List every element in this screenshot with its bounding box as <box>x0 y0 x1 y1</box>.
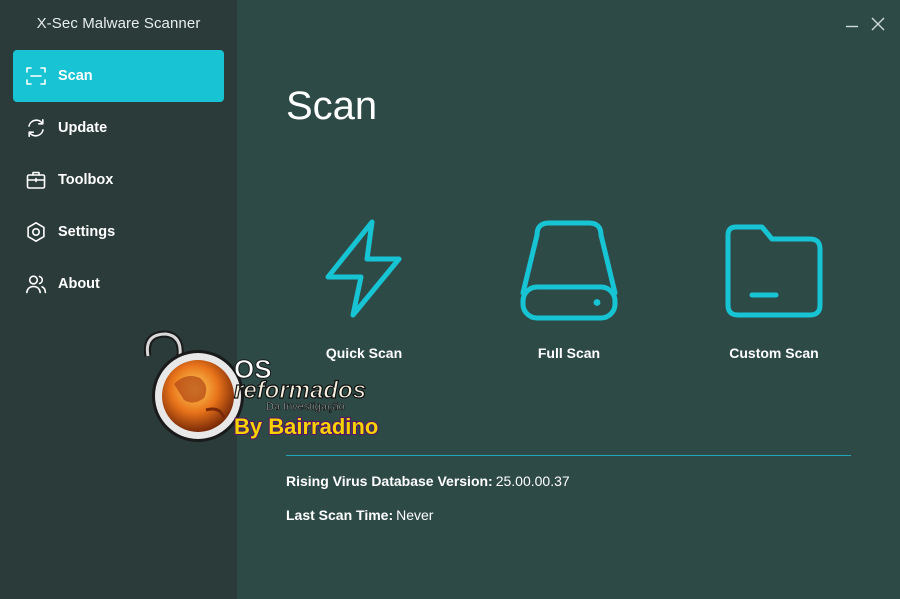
full-scan-button[interactable]: Full Scan <box>469 214 669 361</box>
sidebar-item-label: Update <box>58 120 108 136</box>
window-controls <box>844 16 886 32</box>
sidebar-item-label: Toolbox <box>58 172 114 188</box>
users-icon <box>25 273 47 295</box>
hard-drive-icon <box>469 214 669 324</box>
folder-icon <box>674 214 874 324</box>
database-version-value: 25.00.00.37 <box>495 473 570 489</box>
last-scan-row: Last Scan Time: Never <box>286 507 433 523</box>
sidebar-item-label: Settings <box>58 224 116 240</box>
sidebar-nav: Scan Update Toolbox Settings About <box>13 50 224 310</box>
sidebar-item-label: About <box>58 276 100 292</box>
svg-text:By Bairradino: By Bairradino <box>234 414 378 439</box>
refresh-icon <box>25 117 47 139</box>
custom-scan-label: Custom Scan <box>729 345 819 361</box>
sidebar-item-label: Scan <box>58 68 93 84</box>
last-scan-label: Last Scan Time: <box>286 507 394 523</box>
toolbox-icon <box>25 169 47 191</box>
sidebar-item-about[interactable]: About <box>13 258 224 310</box>
database-version-row: Rising Virus Database Version: 25.00.00.3… <box>286 473 570 489</box>
main-panel: Scan Quick Scan Full Scan Custom Scan Ri… <box>237 0 900 599</box>
sidebar-item-settings[interactable]: Settings <box>13 206 224 258</box>
database-version-label: Rising Virus Database Version: <box>286 473 493 489</box>
minimize-icon <box>846 25 858 28</box>
last-scan-value: Never <box>396 507 434 523</box>
lightning-icon <box>264 214 464 324</box>
scan-frame-icon <box>25 65 47 87</box>
custom-scan-button[interactable]: Custom Scan <box>674 214 874 361</box>
sidebar-item-scan[interactable]: Scan <box>13 50 224 102</box>
close-icon <box>871 17 885 31</box>
divider <box>286 455 851 456</box>
svg-text:Da Investigação: Da Investigação <box>266 401 345 413</box>
page-title: Scan <box>286 84 378 128</box>
svg-text:reformados: reformados <box>234 377 366 404</box>
sidebar: X-Sec Malware Scanner Scan Update Toolbo… <box>0 0 237 599</box>
gear-icon <box>25 221 47 243</box>
minimize-button[interactable] <box>844 16 860 32</box>
sidebar-item-toolbox[interactable]: Toolbox <box>13 154 224 206</box>
close-button[interactable] <box>870 16 886 32</box>
watermark-logo: OS reformados Da Investigação By Bairrad… <box>143 330 379 442</box>
full-scan-label: Full Scan <box>537 345 601 361</box>
app-title: X-Sec Malware Scanner <box>36 15 201 32</box>
sidebar-item-update[interactable]: Update <box>13 102 224 154</box>
